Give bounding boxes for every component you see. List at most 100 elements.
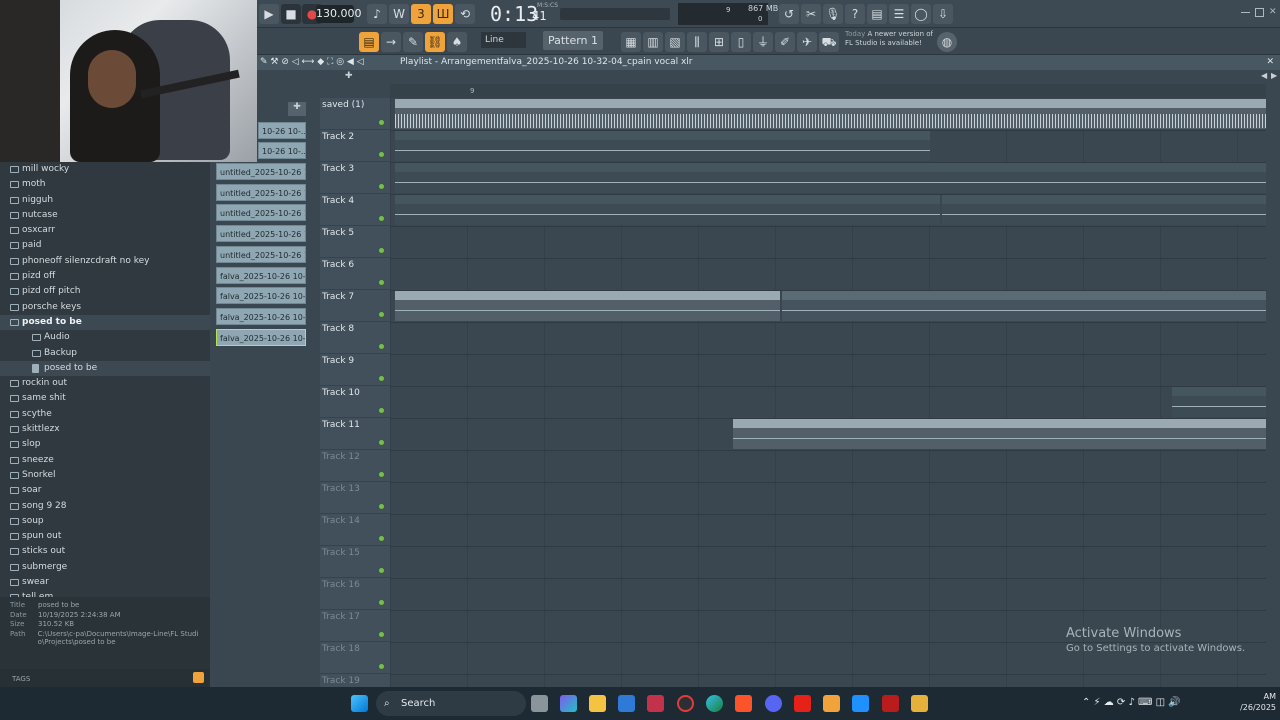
- browser-folder-item[interactable]: submerge: [0, 560, 210, 575]
- picker-clip[interactable]: untitled_2025-10-26 10-...: [216, 245, 306, 263]
- track-header[interactable]: Track 10: [320, 386, 390, 418]
- piano-roll-icon[interactable]: ▥: [643, 32, 663, 52]
- timeline-ruler[interactable]: 9: [390, 84, 1266, 98]
- track-header[interactable]: Track 6: [320, 258, 390, 290]
- scroll-left-icon[interactable]: ◀: [1261, 71, 1267, 80]
- track-mute-led[interactable]: [379, 600, 384, 605]
- wait-icon[interactable]: W: [389, 4, 409, 24]
- track-mute-led[interactable]: [379, 184, 384, 189]
- browser-folder-item[interactable]: phoneoff silenzcdraft no key: [0, 254, 210, 269]
- mixer-icon[interactable]: ☰: [889, 4, 909, 24]
- snap-select[interactable]: Line: [481, 32, 526, 48]
- browser-folder-item[interactable]: soup: [0, 514, 210, 529]
- picker-add-icon[interactable]: ✚: [288, 102, 306, 116]
- pdf-icon[interactable]: [882, 695, 899, 712]
- pattern-song-icon[interactable]: ▤: [359, 32, 379, 52]
- link-icon[interactable]: ⛓: [425, 32, 445, 52]
- app-icon[interactable]: [647, 695, 664, 712]
- track-mute-led[interactable]: [379, 344, 384, 349]
- track-mute-led[interactable]: [379, 248, 384, 253]
- channel-rack-icon[interactable]: ▧: [665, 32, 685, 52]
- save-icon[interactable]: ▤: [867, 4, 887, 24]
- edge-icon[interactable]: [706, 695, 723, 712]
- audio-clip[interactable]: falva_2025-10-26 10-25-45_cpain vocal xl…: [395, 131, 930, 161]
- play-icon[interactable]: ▶: [259, 4, 279, 24]
- taskbar-search[interactable]: ⌕ Search: [376, 691, 526, 716]
- track-mute-led[interactable]: [379, 376, 384, 381]
- track-mute-led[interactable]: [379, 472, 384, 477]
- close-icon[interactable]: ✕: [1269, 8, 1278, 17]
- browser-folder-item[interactable]: soar: [0, 483, 210, 498]
- undo-icon[interactable]: ↺: [779, 4, 799, 24]
- tempo-display[interactable]: 130.000: [316, 5, 362, 23]
- track-header[interactable]: Track 5: [320, 226, 390, 258]
- track-mute-led[interactable]: [379, 664, 384, 669]
- countdown-icon[interactable]: 3: [411, 4, 431, 24]
- paintbrush-icon[interactable]: ✐: [775, 32, 795, 52]
- browser-file-item[interactable]: posed to be: [0, 360, 210, 377]
- add-icon[interactable]: ✚: [345, 71, 353, 81]
- browser-folder-item[interactable]: osxcarr: [0, 223, 210, 238]
- browser-folder-item[interactable]: porsche keys: [0, 300, 210, 315]
- audio-clip[interactable]: falva_2025-1_pain vocal xlr: [1172, 387, 1266, 417]
- copilot-icon[interactable]: [560, 695, 577, 712]
- picker-clip[interactable]: falva_2025-10-26 10-31...: [216, 307, 306, 325]
- playlist-tools-icon[interactable]: ✎ ⚒ ⊘ ◁ ⟷ ◆ ⛶ ◎ ◀ ◁: [260, 55, 364, 70]
- browser-folder-item[interactable]: moth: [0, 177, 210, 192]
- download-icon[interactable]: ⇩: [933, 4, 953, 24]
- track-mute-led[interactable]: [379, 312, 384, 317]
- picker-clip[interactable]: untitled_2025-10-26 10-...: [216, 204, 306, 222]
- track-header[interactable]: Track 11: [320, 418, 390, 450]
- track-header[interactable]: Track 2: [320, 130, 390, 162]
- brave-icon[interactable]: [735, 695, 752, 712]
- track-mute-led[interactable]: [379, 568, 384, 573]
- taskbar-clock[interactable]: AM /26/2025: [1228, 691, 1276, 713]
- mic-icon[interactable]: 🎙: [823, 4, 843, 24]
- track-header[interactable]: saved (1): [320, 98, 390, 130]
- track-mute-led[interactable]: [379, 120, 384, 125]
- browser-folder-item[interactable]: skittlezx: [0, 422, 210, 437]
- track-header[interactable]: Track 17: [320, 610, 390, 642]
- track-header[interactable]: Track 7: [320, 290, 390, 322]
- picker-clip[interactable]: 10-26 10-...: [258, 142, 306, 159]
- shop-icon[interactable]: ⛟: [819, 32, 839, 52]
- help-icon[interactable]: ?: [845, 4, 865, 24]
- pencil-icon[interactable]: ✎: [403, 32, 423, 52]
- track-mute-led[interactable]: [379, 440, 384, 445]
- browser-folder-item[interactable]: spun out: [0, 529, 210, 544]
- track-mute-led[interactable]: [379, 408, 384, 413]
- browser-folder-item[interactable]: nutcase: [0, 208, 210, 223]
- audio-clip[interactable]: falva_2025-10-26 10-25-45_cpain vocal xl…: [942, 195, 1266, 225]
- browser-folder-item[interactable]: Audio: [0, 330, 210, 345]
- picker-clip[interactable]: 10-26 10-...: [258, 122, 306, 139]
- master-volume-slider[interactable]: [560, 8, 670, 20]
- track-header[interactable]: Track 8: [320, 322, 390, 354]
- track-mute-led[interactable]: [379, 280, 384, 285]
- cut-icon[interactable]: ✂: [801, 4, 821, 24]
- mixer-faders-icon[interactable]: ⫼: [687, 32, 707, 52]
- audio-clip[interactable]: saved (1): [395, 99, 1266, 129]
- plugin-db-icon[interactable]: ✈: [797, 32, 817, 52]
- file-icon[interactable]: ▯: [731, 32, 751, 52]
- track-header[interactable]: Track 12: [320, 450, 390, 482]
- playlist-grid[interactable]: saved (1) falva_2025-10-26 10-25-45_cpain…: [390, 98, 1266, 687]
- metronome-icon[interactable]: ♪: [367, 4, 387, 24]
- browser-tree-icon[interactable]: ⊞: [709, 32, 729, 52]
- fl-studio-icon[interactable]: [823, 695, 840, 712]
- browser-folder-item[interactable]: posed to be: [0, 314, 210, 331]
- browser-folder-item[interactable]: scythe: [0, 407, 210, 422]
- restore-icon[interactable]: [1255, 8, 1264, 17]
- track-mute-led[interactable]: [379, 504, 384, 509]
- picker-clip[interactable]: falva_2025-10-26 10-25...: [216, 266, 306, 284]
- track-header[interactable]: Track 3: [320, 162, 390, 194]
- picker-clip[interactable]: untitled_2025-10-26 10-...: [216, 225, 306, 243]
- browser-folder-item[interactable]: slop: [0, 437, 210, 452]
- stop-icon[interactable]: ■: [281, 4, 301, 24]
- playlist-close-icon[interactable]: ✕: [1266, 55, 1274, 70]
- browser-folder-item[interactable]: nigguh: [0, 193, 210, 208]
- scroll-right-icon[interactable]: ▶: [1271, 71, 1277, 80]
- stamp-icon[interactable]: ♠: [447, 32, 467, 52]
- track-mute-led[interactable]: [379, 216, 384, 221]
- arrow-right-icon[interactable]: →: [381, 32, 401, 52]
- browser-folder-item[interactable]: rockin out: [0, 376, 210, 391]
